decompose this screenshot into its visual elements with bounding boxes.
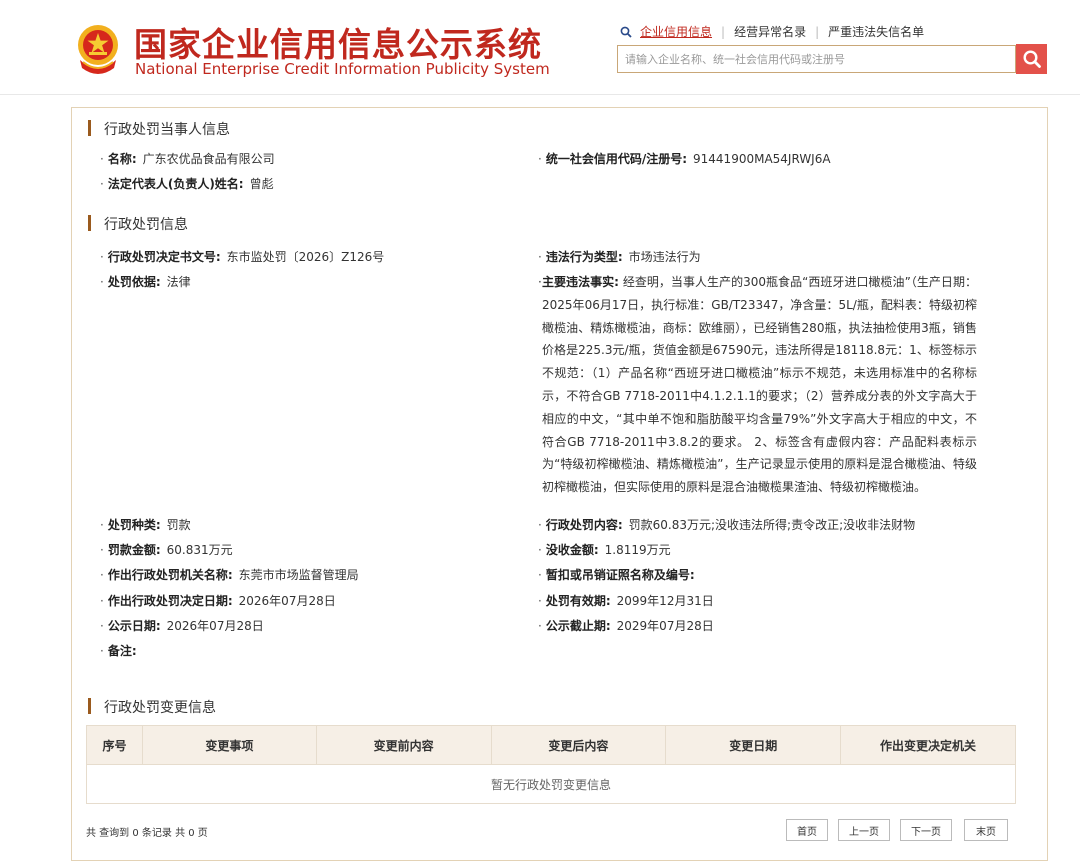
decision-date-value: 2026年07月28日 xyxy=(238,594,336,608)
table-row: 暂无行政处罚变更信息 xyxy=(86,764,1016,804)
kind-row: · 处罚种类: 罚款 xyxy=(100,518,191,532)
changes-table: 序号 变更事项 变更前内容 变更后内容 变更日期 作出变更决定机关 暂无行政处罚… xyxy=(86,725,1016,804)
field-label: 暂扣或吊销证照名称及编号: xyxy=(545,568,695,582)
field-label: 没收金额: xyxy=(545,543,599,557)
field-label: 备注: xyxy=(107,644,137,658)
field-label: 行政处罚决定书文号: xyxy=(107,250,221,264)
confiscation-value: 1.8119万元 xyxy=(604,543,671,557)
field-label: 公示截止期: xyxy=(545,619,611,633)
national-emblem-icon xyxy=(78,25,118,74)
field-label: 行政处罚内容: xyxy=(545,518,623,532)
search-icon xyxy=(620,26,632,38)
publish-end-value: 2029年07月28日 xyxy=(616,619,714,633)
next-page-button[interactable]: 下一页 xyxy=(900,819,952,841)
first-page-button[interactable]: 首页 xyxy=(786,819,828,841)
section-title-text: 行政处罚当事人信息 xyxy=(104,122,230,138)
prev-page-button[interactable]: 上一页 xyxy=(838,819,890,841)
column-header: 变更日期 xyxy=(665,725,842,765)
section-marker xyxy=(88,698,91,714)
content-value: 罚款60.83万元;没收违法所得;责令改正;没收非法财物 xyxy=(628,518,916,532)
basis-value: 法律 xyxy=(166,275,191,289)
field-label: 名称: xyxy=(107,152,137,166)
fine-value: 60.831万元 xyxy=(166,543,233,557)
credit-code-row: · 统一社会信用代码/注册号: 91441900MA54JRWJ6A xyxy=(538,152,831,166)
section-marker xyxy=(88,215,91,231)
section-title-text: 行政处罚变更信息 xyxy=(104,700,216,716)
field-label: 处罚有效期: xyxy=(545,594,611,608)
section-title-changes: 行政处罚变更信息 xyxy=(88,697,216,717)
credit-code-value: 91441900MA54JRWJ6A xyxy=(693,152,831,166)
legal-rep-row: · 法定代表人(负责人)姓名: 曾彪 xyxy=(100,177,274,191)
link-enterprise-credit[interactable]: 企业信用信息 xyxy=(640,23,712,40)
license-row: · 暂扣或吊销证照名称及编号: xyxy=(538,568,695,582)
field-label: 作出行政处罚决定日期: xyxy=(107,594,233,608)
field-label: 罚款金额: xyxy=(107,543,161,557)
valid-until-value: 2099年12月31日 xyxy=(616,594,714,608)
section-marker xyxy=(88,120,91,136)
field-label: 处罚种类: xyxy=(107,518,161,532)
field-label: 法定代表人(负责人)姓名: xyxy=(107,177,244,191)
decision-date-row: · 作出行政处罚决定日期: 2026年07月28日 xyxy=(100,594,336,608)
main-fact-block: · 主要违法事实: 经查明，当事人生产的300瓶食品“西班牙进口橄榄油”（生产日期… xyxy=(538,275,977,495)
penalty-detail-panel: 行政处罚当事人信息 · 名称: 广东农优品食品有限公司 · 统一社会信用代码/注册号:… xyxy=(71,107,1048,861)
field-label: 公示日期: xyxy=(107,619,161,633)
main-fact-value: 经查明，当事人生产的300瓶食品“西班牙进口橄榄油”（生产日期：2025年06月… xyxy=(542,275,977,495)
authority-value: 东莞市市场监督管理局 xyxy=(238,568,359,582)
remark-row: · 备注: xyxy=(100,644,137,658)
field-label: 违法行为类型: xyxy=(545,250,623,264)
link-abnormal-list[interactable]: 经营异常名录 xyxy=(734,23,806,40)
table-header-row: 序号 变更事项 变更前内容 变更后内容 变更日期 作出变更决定机关 xyxy=(86,725,1016,765)
column-header: 序号 xyxy=(86,725,143,765)
link-dishonest-list[interactable]: 严重违法失信名单 xyxy=(828,23,924,40)
violation-type-value: 市场违法行为 xyxy=(628,250,701,264)
separator: | xyxy=(815,24,820,39)
kind-value: 罚款 xyxy=(166,518,191,532)
column-header: 作出变更决定机关 xyxy=(840,725,1016,765)
party-name-row: · 名称: 广东农优品食品有限公司 xyxy=(100,152,275,166)
field-label: 作出行政处罚机关名称: xyxy=(107,568,233,582)
content-row: · 行政处罚内容: 罚款60.83万元;没收违法所得;责令改正;没收非法财物 xyxy=(538,518,916,532)
publish-date-value: 2026年07月28日 xyxy=(166,619,264,633)
legal-rep-value: 曾彪 xyxy=(249,177,274,191)
site-header: 国家企业信用信息公示系统 National Enterprise Credit … xyxy=(0,0,1080,95)
header-links: 企业信用信息 | 经营异常名录 | 严重违法失信名单 xyxy=(620,23,924,40)
field-label: 处罚依据: xyxy=(107,275,161,289)
party-name-value: 广东农优品食品有限公司 xyxy=(142,152,275,166)
section-title-penalty: 行政处罚信息 xyxy=(88,214,188,234)
field-label: 主要违法事实: xyxy=(542,275,619,289)
publish-end-row: · 公示截止期: 2029年07月28日 xyxy=(538,619,714,633)
column-header: 变更前内容 xyxy=(315,725,492,765)
search-icon xyxy=(1022,50,1041,68)
search-button[interactable] xyxy=(1016,44,1047,74)
section-title-party: 行政处罚当事人信息 xyxy=(88,119,230,139)
authority-row: · 作出行政处罚机关名称: 东莞市市场监督管理局 xyxy=(100,568,359,582)
last-page-button[interactable]: 末页 xyxy=(964,819,1008,841)
violation-type-row: · 违法行为类型: 市场违法行为 xyxy=(538,250,701,264)
doc-no-value: 东市监处罚〔2026〕Z126号 xyxy=(226,250,385,264)
confiscation-row: · 没收金额: 1.8119万元 xyxy=(538,543,671,557)
separator: | xyxy=(721,24,726,39)
search-input[interactable] xyxy=(617,45,1016,73)
column-header: 变更事项 xyxy=(141,725,317,765)
site-subtitle: National Enterprise Credit Information P… xyxy=(135,60,550,78)
basis-row: · 处罚依据: 法律 xyxy=(100,275,191,289)
column-header: 变更后内容 xyxy=(490,725,667,765)
publish-date-row: · 公示日期: 2026年07月28日 xyxy=(100,619,264,633)
empty-message: 暂无行政处罚变更信息 xyxy=(86,764,1016,804)
field-label: 统一社会信用代码/注册号: xyxy=(545,152,688,166)
site-title: 国家企业信用信息公示系统 xyxy=(134,25,542,64)
doc-no-row: · 行政处罚决定书文号: 东市监处罚〔2026〕Z126号 xyxy=(100,250,385,264)
section-title-text: 行政处罚信息 xyxy=(104,217,188,233)
fine-row: · 罚款金额: 60.831万元 xyxy=(100,543,233,557)
valid-until-row: · 处罚有效期: 2099年12月31日 xyxy=(538,594,714,608)
pager-info: 共 查询到 0 条记录 共 0 页 xyxy=(86,828,208,839)
